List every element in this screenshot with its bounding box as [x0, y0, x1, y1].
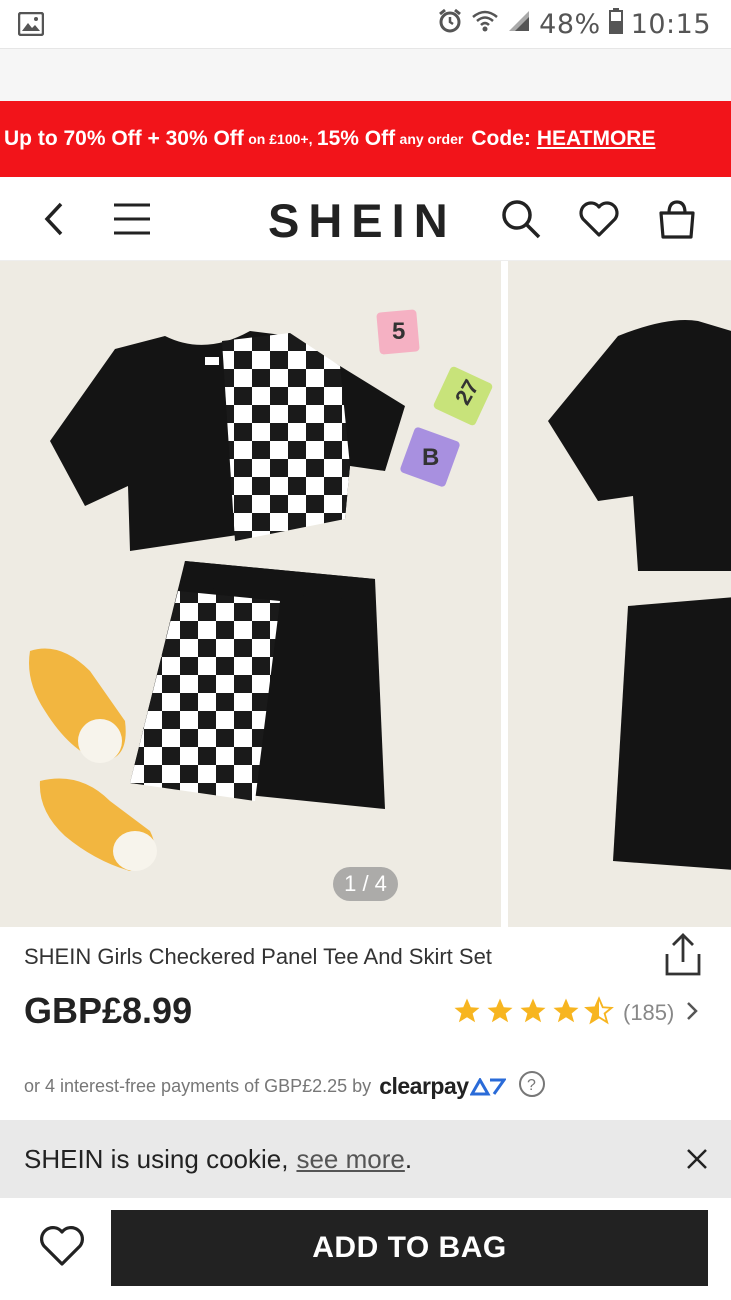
product-gallery[interactable]: 5 27 B 1 / 4 [0, 261, 731, 927]
promo-code[interactable]: HEATMORE [537, 127, 656, 151]
site-header: SHEIN [0, 177, 731, 261]
promo-banner[interactable]: Up to 70% Off + 30% Off on £100+, 15% Of… [0, 101, 731, 177]
half-star-icon [584, 995, 614, 1031]
review-count: (185) [623, 1000, 675, 1025]
share-icon[interactable] [661, 932, 705, 978]
promo-part4: any order [399, 131, 464, 147]
add-to-wishlist-heart-icon[interactable] [38, 1224, 86, 1272]
alarm-icon [437, 8, 463, 41]
cookie-banner: SHEIN is using cookie, see more . [0, 1120, 731, 1198]
cookie-message: SHEIN is using cookie, [24, 1143, 289, 1174]
wifi-icon [471, 8, 499, 41]
cookie-see-more-link[interactable]: see more [296, 1144, 404, 1175]
product-image-main[interactable]: 5 27 B 1 / 4 [0, 261, 501, 927]
close-icon[interactable] [683, 1145, 711, 1173]
add-to-bag-button[interactable]: ADD TO BAG [111, 1210, 708, 1286]
promo-code-label: Code: [471, 127, 531, 150]
clearpay-logo: clearpay [379, 1073, 507, 1100]
bottom-action-bar: ADD TO BAG [0, 1198, 731, 1300]
product-title: SHEIN Girls Checkered Panel Tee And Skir… [24, 944, 492, 969]
star-icon [452, 996, 482, 1031]
signal-icon [507, 8, 531, 40]
address-bar-area [0, 48, 731, 101]
status-bar: 48% 10:15 [0, 0, 731, 48]
svg-text:B: B [422, 444, 439, 471]
chevron-right-icon [685, 1000, 699, 1027]
promo-part2: on £100+, [248, 131, 313, 147]
promo-part1: Up to 70% Off + 30% Off [4, 127, 244, 150]
installments-text: or 4 interest-free payments of GBP£2.25 … [24, 1075, 372, 1096]
star-icon [518, 996, 548, 1031]
menu-icon[interactable] [110, 197, 154, 241]
clock: 10:15 [630, 8, 711, 40]
back-icon[interactable] [32, 197, 76, 241]
image-counter: 1 / 4 [333, 867, 398, 901]
battery-percent: 48% [539, 8, 601, 40]
product-price: GBP£8.99 [24, 990, 193, 1031]
gallery-notification-icon [17, 11, 45, 37]
product-image-next[interactable] [508, 261, 731, 927]
promo-part3: 15% Off [316, 127, 396, 150]
wishlist-icon[interactable] [577, 197, 621, 241]
rating-summary[interactable]: (185) [452, 995, 699, 1031]
search-icon[interactable] [499, 197, 543, 241]
svg-text:?: ? [527, 1077, 536, 1094]
shein-logo[interactable]: SHEIN [268, 193, 457, 248]
installments-info: or 4 interest-free payments of GBP£2.25 … [24, 1070, 546, 1103]
shopping-bag-icon[interactable] [655, 197, 699, 241]
help-icon[interactable]: ? [518, 1070, 546, 1103]
cookie-period: . [404, 1143, 413, 1174]
svg-text:5: 5 [392, 318, 405, 345]
star-icon [485, 996, 515, 1031]
battery-icon [608, 7, 623, 41]
status-icons: 48% 10:15 [437, 0, 711, 48]
star-icon [551, 996, 581, 1031]
